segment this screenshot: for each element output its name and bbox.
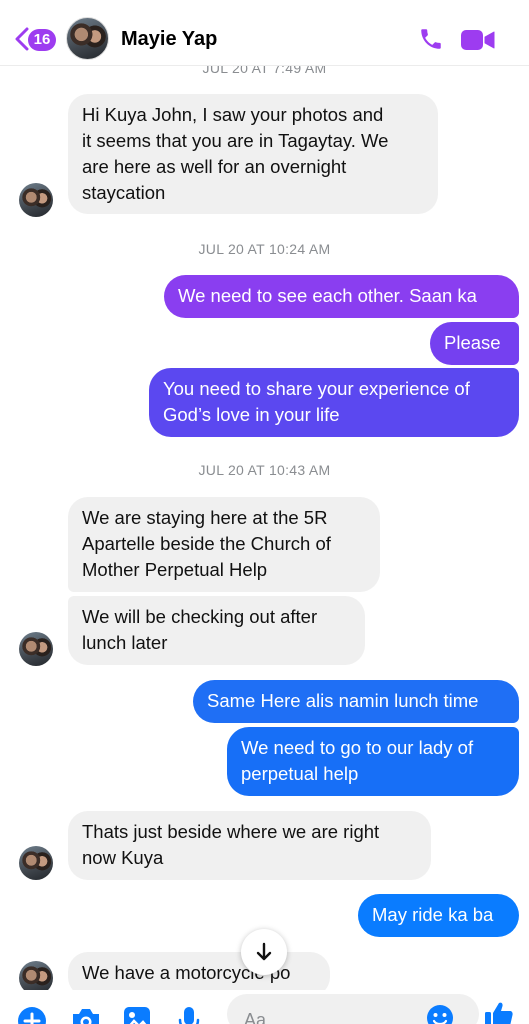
incoming-message[interactable]: We will be checking out after lunch late… [68,596,365,665]
camera-icon [73,1009,99,1024]
call-button[interactable] [418,26,444,57]
contact-avatar-small [19,183,53,217]
incoming-message[interactable]: We have a motorcycle po [68,952,330,990]
chat-header: 16 Mayie Yap [0,0,529,66]
outgoing-message[interactable]: Same Here alis namin lunch time [193,680,519,723]
outgoing-message[interactable]: We need to see each other. Saan ka [164,275,519,318]
scroll-to-bottom-button[interactable] [241,929,287,975]
arrow-down-icon [256,942,272,961]
emoji-icon [427,1005,453,1024]
more-actions-button[interactable] [17,1006,47,1024]
timestamp: JUL 20 AT 7:49 AM [202,66,327,76]
camera-button[interactable] [70,1006,102,1024]
message-composer: Aa [0,990,529,1024]
plus-icon [18,1007,46,1024]
timestamp: JUL 20 AT 10:43 AM [198,462,331,478]
contact-avatar-small [19,846,53,880]
timestamp: JUL 20 AT 10:24 AM [198,241,331,257]
incoming-message[interactable]: We are staying here at the 5R Apartelle … [68,497,380,592]
contact-avatar-small [19,961,53,990]
outgoing-message[interactable]: May ride ka ba [358,894,519,937]
emoji-button[interactable] [426,1004,454,1024]
thumbs-up-icon [485,1002,513,1024]
unread-count-badge[interactable]: 16 [28,29,56,51]
video-camera-icon [461,30,495,50]
voice-message-button[interactable] [178,1006,200,1024]
video-call-button[interactable] [461,29,495,56]
contact-name[interactable]: Mayie Yap [121,28,217,51]
incoming-message[interactable]: Hi Kuya John, I saw your photos and it s… [68,94,438,214]
incoming-message[interactable]: Thats just beside where we are right now… [68,811,431,880]
like-button[interactable] [484,1000,514,1024]
message-input-placeholder: Aa [244,1010,267,1024]
phone-icon [421,29,441,49]
outgoing-message[interactable]: We need to go to our lady of perpetual h… [227,727,519,796]
image-icon [124,1007,150,1024]
gallery-button[interactable] [123,1006,151,1024]
contact-avatar[interactable] [66,17,109,60]
outgoing-message[interactable]: Please [430,322,519,365]
message-thread[interactable]: JUL 20 AT 7:49 AM Hi Kuya John, I saw yo… [0,66,529,990]
microphone-icon [178,1007,200,1024]
outgoing-message[interactable]: You need to share your experience of God… [149,368,519,437]
contact-avatar-small [19,632,53,666]
